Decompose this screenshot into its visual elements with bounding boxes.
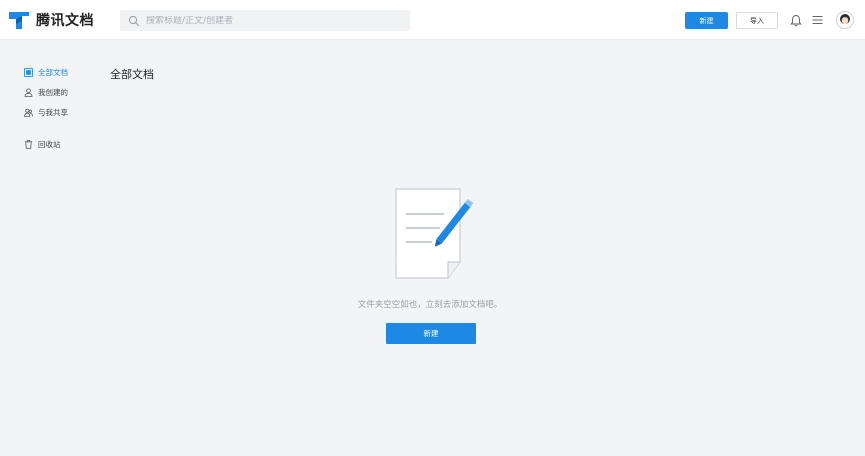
search-icon: [128, 15, 140, 26]
top-bar: 腾讯文档 新建 导入: [0, 0, 865, 40]
user-icon: [24, 87, 33, 97]
page-title: 全部文档: [110, 68, 154, 81]
trash-icon: [24, 139, 33, 149]
sidebar-divider: [24, 122, 104, 134]
sidebar-item-label: 与我共享: [38, 107, 68, 117]
document-pencil-icon: [395, 188, 474, 279]
tencent-docs-logo-icon: [9, 12, 29, 29]
import-button[interactable]: 导入: [736, 12, 778, 29]
sidebar-item-label: 我创建的: [38, 87, 68, 97]
logo[interactable]: 腾讯文档: [8, 9, 94, 31]
sidebar-item-all-docs[interactable]: 全部文档: [24, 62, 104, 82]
avatar[interactable]: [836, 11, 854, 29]
app-name: 腾讯文档: [36, 13, 94, 29]
sidebar-item-trash[interactable]: 回收站: [24, 134, 104, 154]
sidebar-item-created-by-me[interactable]: 我创建的: [24, 82, 104, 102]
search-box[interactable]: [120, 10, 410, 31]
new-document-button[interactable]: 新建: [386, 323, 476, 344]
sidebar-item-label: 回收站: [38, 139, 61, 149]
avatar-face-icon: [840, 14, 850, 24]
sidebar-item-label: 全部文档: [38, 67, 68, 77]
menu-icon[interactable]: [812, 15, 823, 25]
new-button[interactable]: 新建: [685, 12, 728, 29]
bell-icon[interactable]: [790, 14, 802, 27]
search-input[interactable]: [146, 15, 396, 26]
shared-users-icon: [24, 108, 33, 117]
sidebar: 全部文档 我创建的 与我共享 回收站: [24, 62, 104, 154]
sidebar-item-shared-with-me[interactable]: 与我共享: [24, 102, 104, 122]
all-docs-icon: [24, 67, 33, 77]
empty-state-message: 文件夹空空如也，立刻去添加文档吧。: [357, 300, 503, 310]
